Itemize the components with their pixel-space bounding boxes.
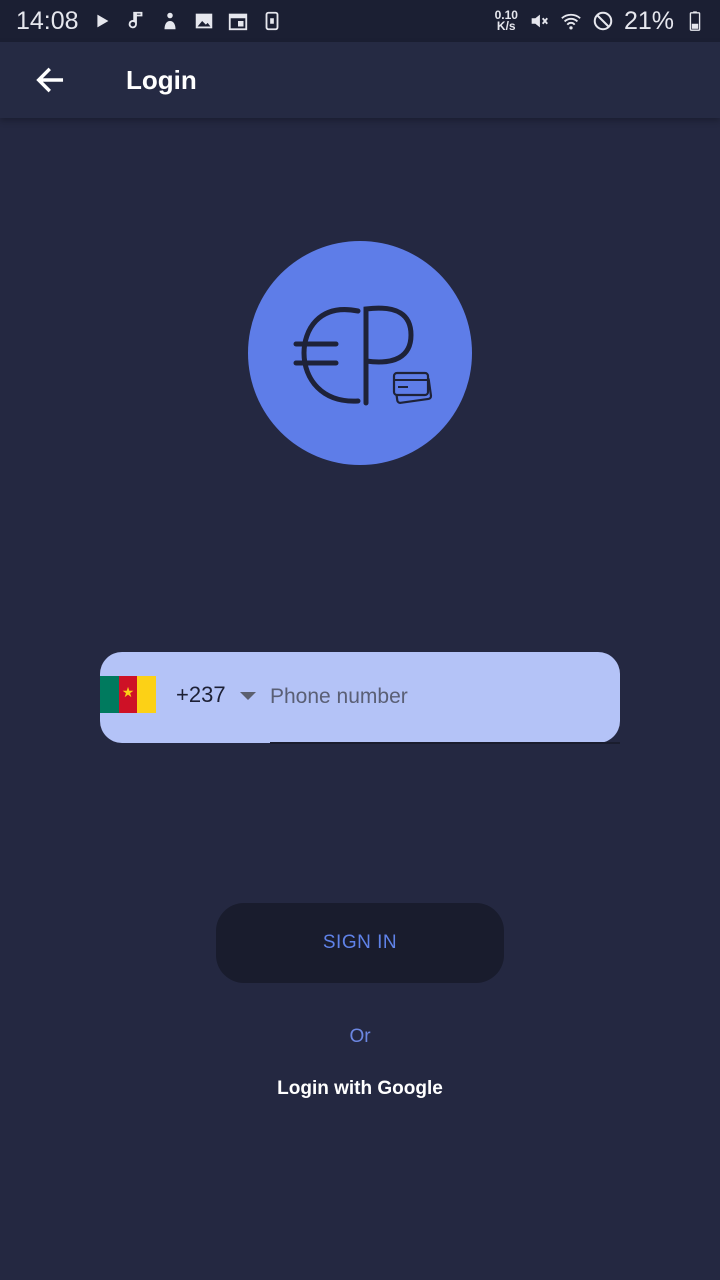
sign-in-button[interactable]: SIGN IN [216,903,504,983]
login-with-google-link[interactable]: Login with Google [0,1078,720,1100]
phone-number-input[interactable] [270,674,610,720]
mute-icon [528,10,550,32]
image-icon [193,10,215,32]
do-not-disturb-icon [592,10,614,32]
or-divider-text: Or [349,1026,371,1047]
flag-stripe-yellow [137,676,157,713]
app-logo [248,241,472,465]
back-button[interactable] [20,50,80,110]
caret-down-icon[interactable] [240,692,256,700]
status-bar: 14:08 0.10 K/s 21% [0,0,720,42]
flag-stripe-red: ★ [118,676,138,713]
person-icon [159,10,181,32]
status-time: 14:08 [16,6,79,35]
app-bar: Login [0,42,720,118]
credit-card-icon [392,371,433,404]
net-speed-unit: K/s [496,19,516,33]
status-left: 14:08 [16,7,283,36]
flag-stripe-green [100,676,119,713]
cameroon-flag-icon: ★ [100,676,157,713]
play-icon [91,10,113,32]
ep-logo-icon [293,305,433,406]
input-underline [270,742,620,744]
music-note-icon [125,10,147,32]
status-right: 0.10 K/s 21% [495,7,706,36]
arrow-left-icon [36,67,64,93]
phone-field: ★ +237 [100,652,620,743]
flag-star-icon: ★ [121,684,135,700]
page-title: Login [126,64,197,95]
battery-icon [684,10,706,32]
battery-percent: 21% [623,6,674,35]
wifi-icon [560,10,582,32]
calendar-icon [227,10,249,32]
sim-icon [261,10,283,32]
country-code-selector[interactable]: +237 [176,682,226,708]
net-speed: 0.10 K/s [495,9,518,33]
